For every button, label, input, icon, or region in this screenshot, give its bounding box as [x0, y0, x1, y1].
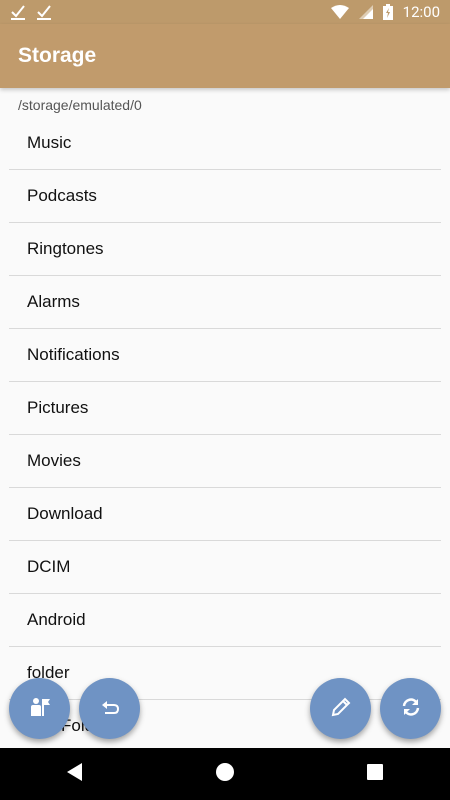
sync-icon [399, 695, 423, 723]
folder-label: Notifications [27, 345, 120, 364]
list-item[interactable]: Android [9, 594, 441, 647]
wifi-icon [330, 5, 349, 19]
user-flag-button[interactable] [9, 678, 70, 739]
back-button[interactable] [35, 748, 115, 800]
folder-label: Music [27, 133, 72, 152]
status-bar: 12:00 [0, 0, 450, 24]
check-notification-icon [36, 4, 52, 20]
list-item[interactable]: Music [9, 117, 441, 170]
edit-button[interactable] [310, 678, 371, 739]
sync-button[interactable] [380, 678, 441, 739]
undo-button[interactable] [79, 678, 140, 739]
recents-icon [366, 763, 384, 785]
cell-signal-icon [358, 5, 373, 19]
current-path: /storage/emulated/0 [18, 97, 142, 113]
navigation-bar [0, 748, 450, 800]
folder-label: DCIM [27, 557, 71, 576]
status-time: 12:00 [402, 3, 440, 21]
list-item[interactable]: Notifications [9, 329, 441, 382]
folder-label: Ringtones [27, 239, 104, 258]
user-flag-icon [29, 696, 51, 722]
list-item[interactable]: folder [9, 647, 441, 700]
folder-label: Alarms [27, 292, 80, 311]
pencil-icon [330, 696, 352, 722]
folder-label: Podcasts [27, 186, 97, 205]
folder-label: Movies [27, 451, 81, 470]
recents-button[interactable] [335, 748, 415, 800]
home-icon [215, 762, 235, 786]
list-item[interactable]: Download [9, 488, 441, 541]
page-title: Storage [18, 44, 97, 67]
folder-label: Android [27, 610, 86, 629]
list-item[interactable]: Ringtones [9, 223, 441, 276]
list-item[interactable]: Movies [9, 435, 441, 488]
check-notification-icon [10, 4, 26, 20]
list-item[interactable]: Alarms [9, 276, 441, 329]
list-item[interactable]: Podcasts [9, 170, 441, 223]
list-item[interactable]: DCIM [9, 541, 441, 594]
folder-label: Download [27, 504, 103, 523]
undo-icon [99, 696, 121, 722]
folder-label: Pictures [27, 398, 89, 417]
battery-charging-icon [382, 4, 393, 20]
home-button[interactable] [185, 748, 265, 800]
back-icon [66, 762, 84, 786]
app-bar: Storage [0, 24, 450, 88]
list-item[interactable]: Pictures [9, 382, 441, 435]
folder-list[interactable]: Music Podcasts Ringtones Alarms Notifica… [0, 117, 450, 748]
list-item[interactable]: NewFolder [9, 700, 441, 748]
